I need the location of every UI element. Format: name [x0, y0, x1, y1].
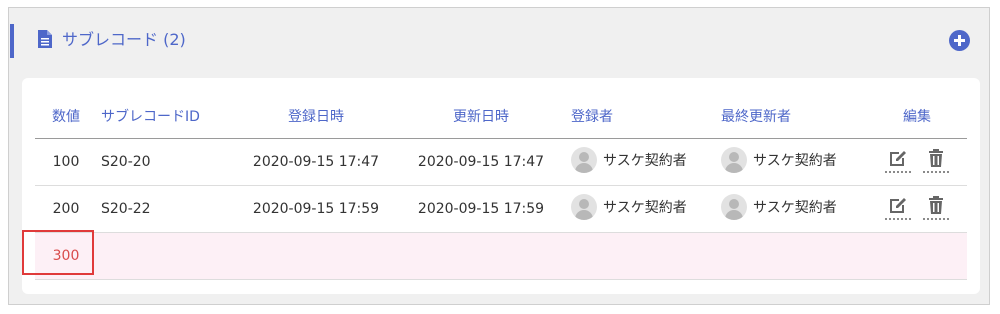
col-header-created[interactable]: 登録日時 [237, 94, 395, 139]
updater-name: サスケ契約者 [753, 152, 837, 169]
col-header-creator[interactable]: 登録者 [567, 94, 717, 139]
panel-title: サブレコード (2) [62, 30, 186, 49]
accent-bar [10, 24, 14, 58]
cell-id: S20-22 [97, 185, 237, 233]
plus-circle-icon [954, 35, 965, 46]
cell-created: 2020-09-15 17:59 [237, 185, 395, 233]
col-header-updated[interactable]: 更新日時 [395, 94, 567, 139]
new-id-cell[interactable] [97, 232, 237, 280]
col-header-edit: 編集 [867, 94, 967, 139]
avatar [721, 146, 747, 173]
creator-name: サスケ契約者 [603, 199, 687, 216]
delete-button[interactable] [923, 194, 949, 220]
new-actions-cell [867, 232, 967, 280]
cell-actions [867, 138, 967, 186]
new-creator-cell [567, 232, 717, 280]
table-row[interactable]: 100 S20-20 2020-09-15 17:47 2020-09-15 1… [35, 138, 967, 186]
new-value-cell[interactable]: 300 [35, 232, 97, 280]
new-record-row[interactable]: 300 [35, 232, 967, 280]
updater-name: サスケ契約者 [753, 199, 837, 216]
cell-value: 100 [35, 138, 97, 186]
col-header-value[interactable]: 数値 [35, 94, 97, 139]
cell-creator: サスケ契約者 [567, 138, 717, 186]
avatar [571, 193, 597, 220]
cell-id: S20-20 [97, 138, 237, 186]
panel-header: サブレコード (2) [9, 24, 989, 64]
cell-updated: 2020-09-15 17:59 [395, 185, 567, 233]
add-subrecord-button[interactable] [949, 30, 970, 51]
cell-updater: サスケ契約者 [717, 138, 867, 186]
delete-button[interactable] [923, 147, 949, 173]
col-header-id[interactable]: サブレコードID [97, 94, 237, 139]
cell-updated: 2020-09-15 17:47 [395, 138, 567, 186]
trash-icon [929, 195, 943, 214]
table-row[interactable]: 200 S20-22 2020-09-15 17:59 2020-09-15 1… [35, 185, 967, 233]
edit-icon [890, 197, 906, 213]
cell-creator: サスケ契約者 [567, 185, 717, 233]
creator-name: サスケ契約者 [603, 152, 687, 169]
col-header-updater[interactable]: 最終更新者 [717, 94, 867, 139]
avatar [571, 146, 597, 173]
edit-icon [890, 150, 906, 166]
table-header-row: 数値 サブレコードID 登録日時 更新日時 登録者 最終更新者 編集 [35, 94, 967, 139]
cell-updater: サスケ契約者 [717, 185, 867, 233]
new-updated-cell [395, 232, 567, 280]
document-icon [37, 29, 53, 49]
cell-actions [867, 185, 967, 233]
trash-icon [929, 148, 943, 167]
new-created-cell [237, 232, 395, 280]
cell-value: 200 [35, 185, 97, 233]
edit-button[interactable] [885, 147, 911, 173]
subrecord-card: 数値 サブレコードID 登録日時 更新日時 登録者 最終更新者 編集 100 S… [22, 78, 980, 294]
new-updater-cell [717, 232, 867, 280]
cell-created: 2020-09-15 17:47 [237, 138, 395, 186]
edit-button[interactable] [885, 194, 911, 220]
subrecord-panel: サブレコード (2) 数値 サブレコードID 登録日時 更新日時 登録者 最終更… [8, 7, 990, 305]
subrecord-table: 数値 サブレコードID 登録日時 更新日時 登録者 最終更新者 編集 100 S… [35, 94, 967, 280]
avatar [721, 193, 747, 220]
